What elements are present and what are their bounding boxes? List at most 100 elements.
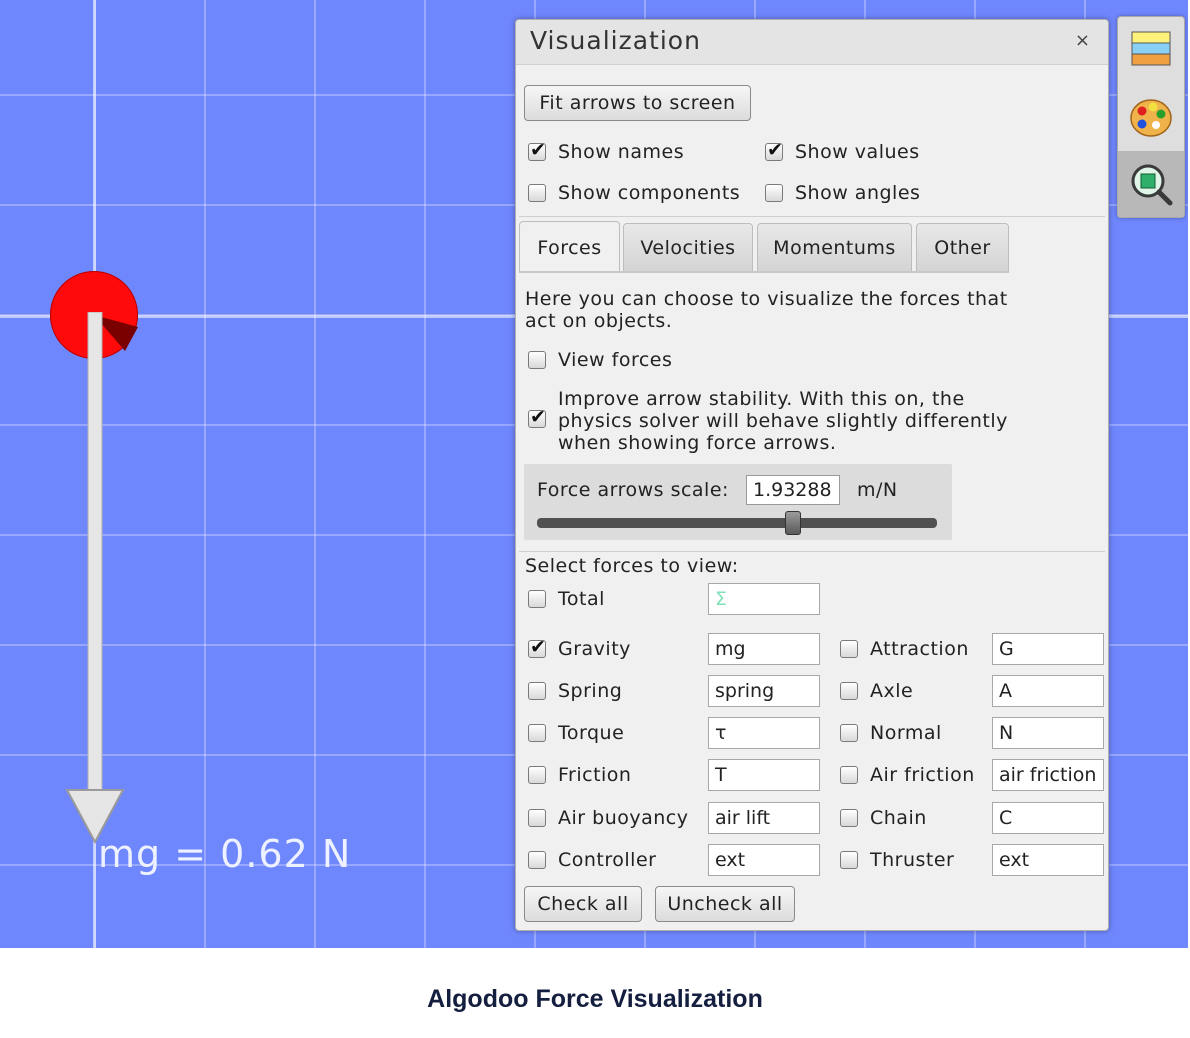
select-forces-label: Select forces to view: [525,555,739,577]
show-values-checkbox[interactable] [765,139,783,161]
axle-label: Axle [870,680,914,702]
panel-title: Visualization [530,26,701,55]
friction-symbol-input[interactable]: T [708,759,820,791]
torque-label: Torque [558,722,625,744]
divider [519,216,1105,217]
total-symbol-input[interactable]: Σ [708,583,820,615]
attraction-symbol-input[interactable]: G [992,633,1104,665]
figure-caption: Algodoo Force Visualization [427,985,763,1013]
normal-option[interactable]: Normal [840,722,942,744]
appearance-tool-button[interactable] [1118,84,1184,150]
controller-checkbox[interactable] [528,851,546,869]
show-components-checkbox[interactable] [528,184,546,202]
attraction-checkbox[interactable] [840,640,858,658]
simulation-canvas[interactable]: mg = 0.62 N Visualization × Fit arrows t… [0,0,1188,948]
show-angles-checkbox[interactable] [765,184,783,202]
layers-tool-button[interactable] [1118,17,1184,83]
fit-arrows-button[interactable]: Fit arrows to screen [524,85,751,121]
air-friction-checkbox[interactable] [840,766,858,784]
friction-checkbox[interactable] [528,766,546,784]
show-angles-label: Show angles [795,182,921,204]
show-components-label: Show components [558,182,741,204]
tabs-baseline [519,271,1009,273]
improve-stability-checkbox[interactable] [528,406,546,428]
axle-option[interactable]: Axle [840,680,913,702]
attraction-option[interactable]: Attraction [840,638,969,660]
show-values-option[interactable]: Show values [765,139,920,163]
improve-stability-line1: Improve arrow stability. With this on, t… [558,388,965,410]
total-label: Total [558,588,605,610]
thruster-label: Thruster [870,849,955,871]
normal-symbol-input[interactable]: N [992,717,1104,749]
normal-label: Normal [870,722,942,744]
gravity-symbol-input[interactable]: mg [708,633,820,665]
visualization-panel: Visualization × Fit arrows to screen Sho… [515,19,1109,931]
air-buoyancy-checkbox[interactable] [528,809,546,827]
total-checkbox[interactable] [528,590,546,608]
divider [519,551,1105,552]
friction-option[interactable]: Friction [528,764,631,786]
attraction-label: Attraction [870,638,969,660]
axle-symbol-input[interactable]: A [992,675,1104,707]
tab-momentums[interactable]: Momentums [757,223,912,271]
torque-checkbox[interactable] [528,724,546,742]
controller-symbol-input[interactable]: ext [708,844,820,876]
scale-slider-thumb[interactable] [785,511,801,535]
air-buoyancy-option[interactable]: Air buoyancy [528,807,688,829]
chain-label: Chain [870,807,927,829]
thruster-option[interactable]: Thruster [840,849,954,871]
air-friction-label: Air friction [870,764,975,786]
spring-option[interactable]: Spring [528,680,622,702]
tab-other[interactable]: Other [916,223,1009,271]
improve-stability-line2: physics solver will behave slightly diff… [558,410,1008,432]
arrow-scale-box: Force arrows scale: m/N [524,464,952,540]
check-all-button[interactable]: Check all [524,886,642,922]
thruster-symbol-input[interactable]: ext [992,844,1104,876]
air-buoyancy-symbol-input[interactable]: air lift [708,802,820,834]
view-forces-option[interactable]: View forces [528,349,672,371]
visualization-tool-button[interactable] [1118,151,1184,217]
scale-input[interactable] [746,475,840,505]
air-buoyancy-label: Air buoyancy [558,807,689,829]
tab-forces[interactable]: Forces [519,221,620,273]
total-option[interactable]: Total [528,588,605,610]
normal-checkbox[interactable] [840,724,858,742]
layers-icon [1131,31,1171,66]
visualization-magnifier-icon [1131,164,1173,206]
show-angles-option[interactable]: Show angles [765,182,920,204]
air-friction-option[interactable]: Air friction [840,764,975,786]
scale-slider-track[interactable] [537,518,937,528]
spring-checkbox[interactable] [528,682,546,700]
force-value-label: mg = 0.62 N [98,832,352,876]
spring-symbol-input[interactable]: spring [708,675,820,707]
controller-label: Controller [558,849,657,871]
scale-label: Force arrows scale: [537,479,729,501]
gravity-label: Gravity [558,638,631,660]
improve-stability-line3: when showing force arrows. [558,432,837,454]
show-names-checkbox[interactable] [528,139,546,161]
axle-checkbox[interactable] [840,682,858,700]
gravity-checkbox[interactable] [528,636,546,658]
uncheck-all-button[interactable]: Uncheck all [655,886,795,922]
view-forces-checkbox[interactable] [528,351,546,369]
panel-header[interactable]: Visualization × [516,20,1108,65]
chain-checkbox[interactable] [840,809,858,827]
controller-option[interactable]: Controller [528,849,656,871]
close-icon[interactable]: × [1075,30,1090,51]
show-names-label: Show names [558,141,685,163]
gravity-force-arrow [65,312,125,845]
chain-symbol-input[interactable]: C [992,802,1104,834]
torque-symbol-input[interactable]: τ [708,717,820,749]
air-friction-symbol-input[interactable]: air friction [992,759,1104,791]
torque-option[interactable]: Torque [528,722,624,744]
tab-velocities[interactable]: Velocities [623,223,753,271]
palette-icon [1130,99,1172,137]
show-components-option[interactable]: Show components [528,182,740,204]
friction-label: Friction [558,764,632,786]
forces-description-line1: Here you can choose to visualize the for… [525,288,1008,310]
chain-option[interactable]: Chain [840,807,927,829]
gravity-option[interactable]: Gravity [528,636,631,660]
thruster-checkbox[interactable] [840,851,858,869]
show-names-option[interactable]: Show names [528,139,685,163]
side-toolbar [1117,16,1185,218]
